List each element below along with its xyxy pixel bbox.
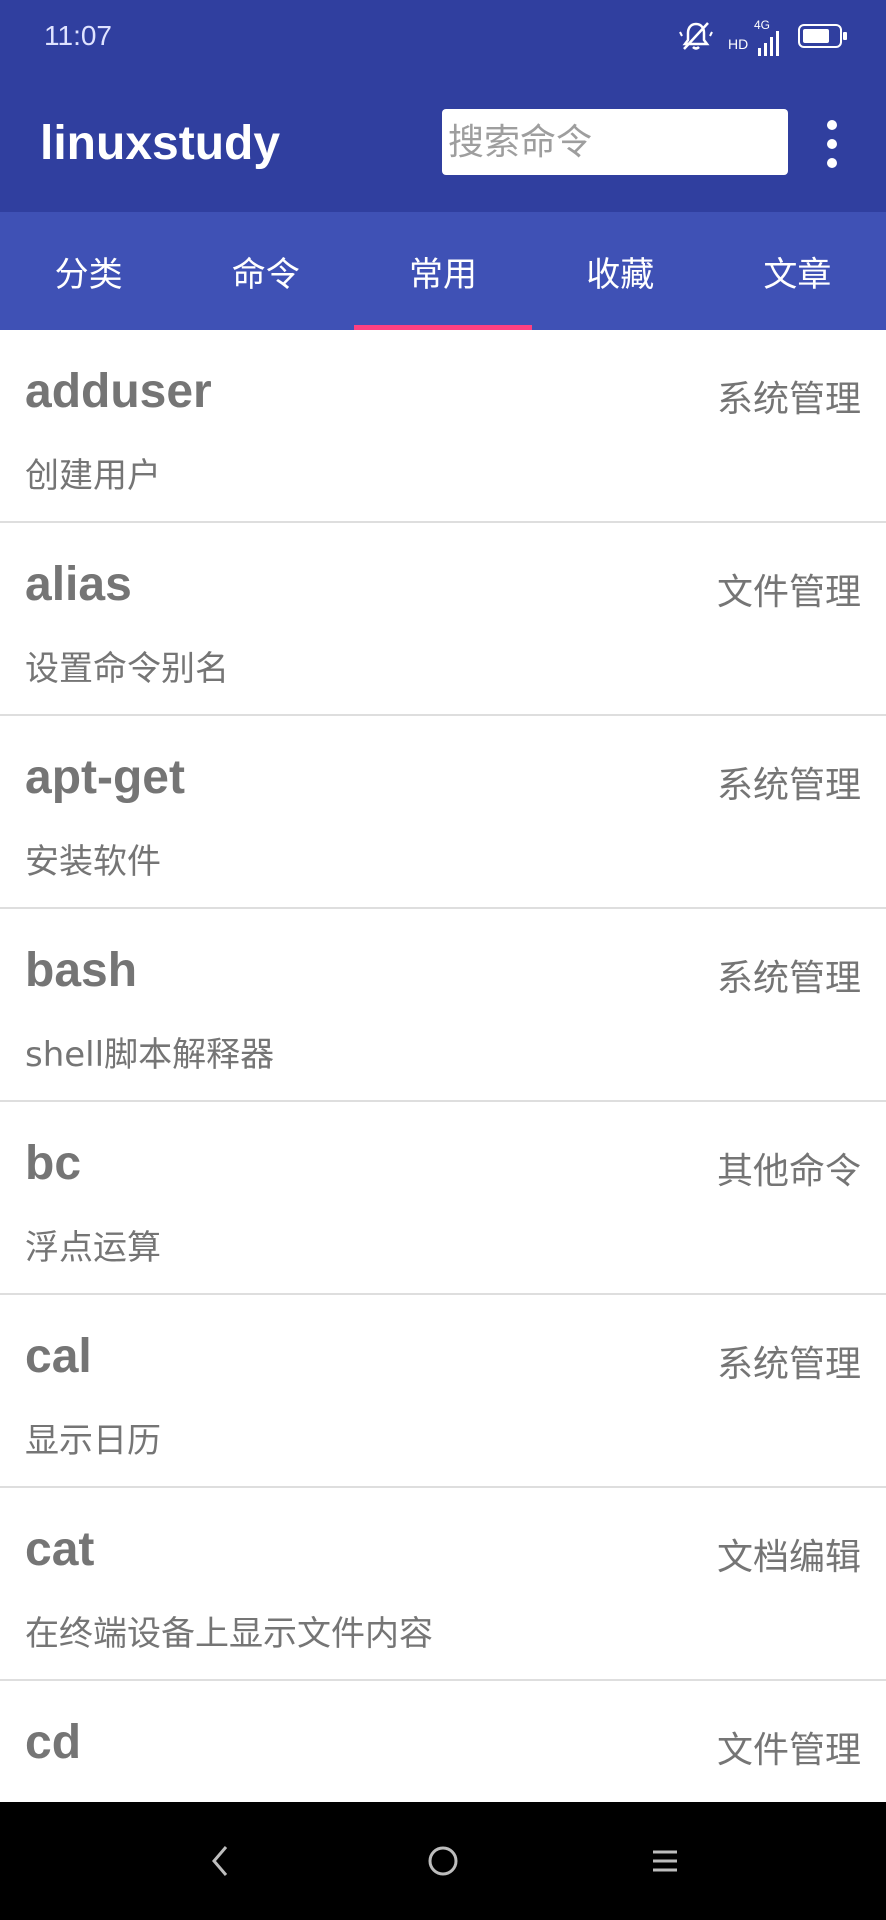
command-category: 其他命令 (716, 1151, 861, 1192)
status-time: 11:07 (44, 20, 112, 51)
more-vert-icon[interactable] (812, 112, 852, 176)
command-description: 设置命令别名 (25, 649, 229, 689)
command-category: 系统管理 (716, 379, 861, 420)
list-item[interactable]: apt-get 系统管理 安装软件 (0, 716, 886, 909)
list-item[interactable]: bc 其他命令 浮点运算 (0, 1102, 886, 1295)
tab-commands[interactable]: 命令 (177, 212, 354, 330)
list-item[interactable]: cd 文件管理 (0, 1681, 886, 1802)
list-item[interactable]: alias 文件管理 设置命令别名 (0, 523, 886, 716)
command-list: adduser 系统管理 创建用户 alias 文件管理 设置命令别名 apt-… (0, 330, 886, 1802)
command-description: shell脚本解释器 (25, 1035, 275, 1075)
command-category: 系统管理 (716, 958, 861, 999)
command-name: bash (25, 944, 138, 997)
bell-off-icon (678, 18, 714, 58)
home-icon[interactable] (383, 1802, 503, 1920)
tab-favorites[interactable]: 收藏 (532, 212, 709, 330)
command-name: adduser (25, 365, 212, 418)
battery-icon (798, 24, 848, 52)
command-description: 安装软件 (25, 842, 161, 882)
navigation-bar (0, 1802, 886, 1920)
recents-icon[interactable] (605, 1802, 725, 1920)
command-category: 系统管理 (716, 1344, 861, 1385)
status-bar: 11:07 HD 4G (0, 0, 886, 74)
command-name: bc (25, 1137, 82, 1190)
list-item[interactable]: cal 系统管理 显示日历 (0, 1295, 886, 1488)
command-name: cat (25, 1523, 95, 1576)
search-input[interactable] (442, 109, 788, 175)
command-category: 文件管理 (716, 1730, 861, 1771)
app-bar: linuxstudy (0, 74, 886, 212)
command-description: 创建用户 (25, 456, 161, 496)
tab-articles[interactable]: 文章 (709, 212, 886, 330)
list-item[interactable]: bash 系统管理 shell脚本解释器 (0, 909, 886, 1102)
command-category: 文件管理 (716, 572, 861, 613)
hd-label: HD (728, 36, 749, 52)
command-category: 系统管理 (716, 765, 861, 806)
command-name: alias (25, 558, 132, 611)
command-description: 浮点运算 (25, 1228, 161, 1268)
app-title: linuxstudy (40, 117, 281, 170)
command-name: apt-get (25, 751, 185, 804)
command-name: cd (25, 1716, 82, 1769)
command-category: 文档编辑 (716, 1537, 861, 1578)
signal-icon: HD 4G (728, 18, 784, 56)
tab-category[interactable]: 分类 (0, 212, 177, 330)
list-item[interactable]: adduser 系统管理 创建用户 (0, 330, 886, 523)
list-item[interactable]: cat 文档编辑 在终端设备上显示文件内容 (0, 1488, 886, 1681)
back-icon[interactable] (161, 1802, 281, 1920)
tab-bar: 分类 命令 常用 收藏 文章 (0, 212, 886, 330)
command-name: cal (25, 1330, 92, 1383)
command-description: 显示日历 (25, 1421, 161, 1461)
status-icons: HD 4G (678, 18, 848, 58)
tab-common[interactable]: 常用 (354, 212, 532, 330)
command-description: 在终端设备上显示文件内容 (25, 1614, 433, 1654)
